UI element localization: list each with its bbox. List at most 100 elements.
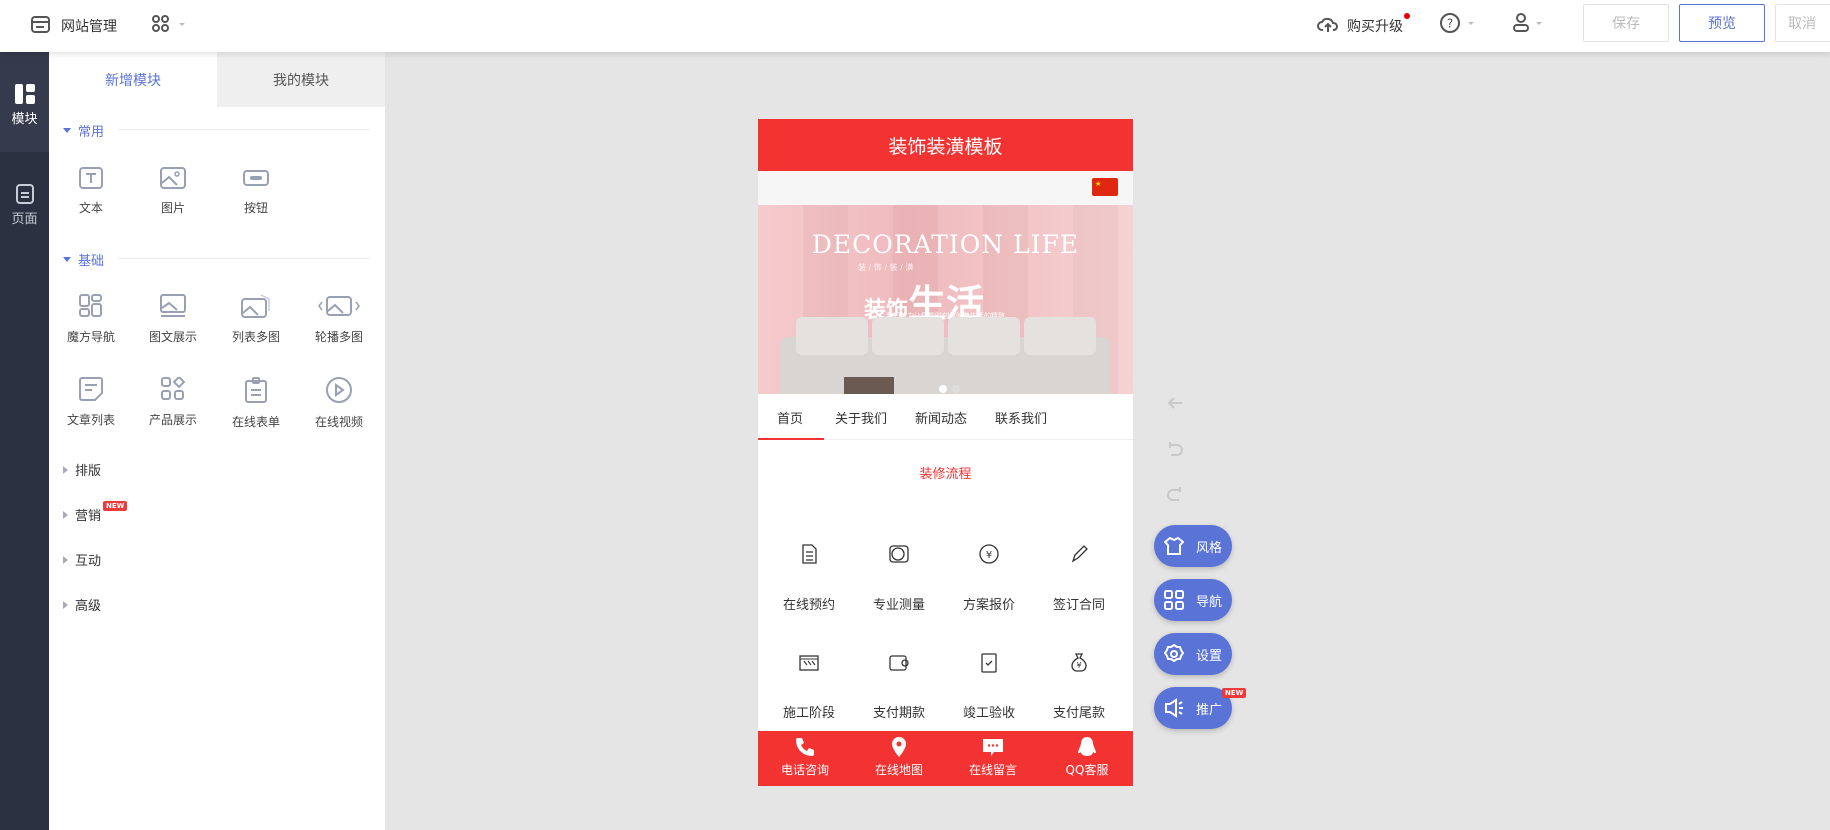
carousel-dot-active[interactable] xyxy=(939,385,947,393)
back-arrow-icon[interactable] xyxy=(1166,396,1184,410)
module-carousel[interactable]: 轮播多图 xyxy=(299,294,379,345)
module-icon xyxy=(14,84,35,104)
process-step[interactable]: 施工阶段 xyxy=(764,650,854,721)
save-button[interactable]: 保存 xyxy=(1583,4,1669,42)
image-text-icon xyxy=(160,294,186,317)
top-bar: 网站管理 购买升级 ? 保存 预览 取消 xyxy=(0,0,1830,52)
phone-preview: 装饰装潢模板 ★ DECORATION LIFE 装 / 饰 / 装 / 潢 装… xyxy=(758,119,1133,786)
navigation-button[interactable]: 导航 xyxy=(1154,579,1232,621)
map-pin-icon xyxy=(892,737,906,757)
footer-map[interactable]: 在线地图 xyxy=(852,736,946,778)
module-text[interactable]: 文本 xyxy=(51,167,131,216)
category-basic[interactable]: 基础 xyxy=(63,250,104,269)
qq-icon xyxy=(1078,737,1096,756)
module-online-form[interactable]: 在线表单 xyxy=(216,377,296,430)
process-step[interactable]: 签订合同 xyxy=(1034,542,1124,613)
rail-label: 页面 xyxy=(11,212,38,227)
preview-button[interactable]: 预览 xyxy=(1679,4,1765,42)
footer-qq[interactable]: QQ客服 xyxy=(1040,736,1134,778)
style-button[interactable]: 风格 xyxy=(1154,525,1232,567)
upgrade-link[interactable]: 购买升级 xyxy=(1347,16,1403,36)
site-nav: 首页 关于我们 新闻动态 联系我们 xyxy=(758,394,1133,440)
step-icon: ¥ xyxy=(979,544,999,564)
module-article-list[interactable]: 文章列表 xyxy=(51,377,131,428)
step-label: 专业测量 xyxy=(872,598,925,613)
process-step[interactable]: 在线预约 xyxy=(764,542,854,613)
carousel-dot[interactable] xyxy=(952,385,960,393)
tab-new-modules[interactable]: 新增模块 xyxy=(49,52,217,107)
help-icon[interactable]: ? xyxy=(1440,12,1476,34)
text-icon xyxy=(79,167,103,189)
user-icon[interactable] xyxy=(1512,12,1548,34)
module-panel: 新增模块 我的模块 常用 文本 图片 按钮 基础 魔方导航 图文展示 列表多图 … xyxy=(49,52,385,830)
clipboard-icon xyxy=(245,377,267,403)
footer-message[interactable]: 在线留言 xyxy=(946,736,1040,778)
rail-label: 模块 xyxy=(11,112,38,127)
module-online-video[interactable]: 在线视频 xyxy=(299,377,379,430)
svg-text:?: ? xyxy=(1447,17,1453,31)
nav-home[interactable]: 首页 xyxy=(777,408,803,427)
shirt-icon xyxy=(1164,536,1184,555)
bottom-bar: 电话咨询 在线地图 在线留言 QQ客服 xyxy=(758,731,1133,786)
step-icon xyxy=(802,544,817,564)
carousel-icon xyxy=(318,296,360,316)
category-advanced[interactable]: 高级 xyxy=(63,595,101,614)
process-step[interactable]: 支付期款 xyxy=(854,650,944,721)
category-marketing[interactable]: 营销 NEW xyxy=(63,500,128,524)
rail-item-module[interactable]: 模块 xyxy=(0,52,49,152)
process-step[interactable]: 竣工验收 xyxy=(944,650,1034,721)
svg-text:¥: ¥ xyxy=(986,550,992,561)
notification-dot xyxy=(1404,13,1410,19)
module-button[interactable]: 按钮 xyxy=(216,167,296,216)
promotion-button[interactable]: 推广 xyxy=(1154,687,1232,729)
step-icon: ¥ xyxy=(1071,653,1087,672)
step-label: 方案报价 xyxy=(962,598,1015,613)
category-layout[interactable]: 排版 xyxy=(63,460,101,479)
site-manage-link[interactable]: 网站管理 xyxy=(61,16,117,36)
step-icon xyxy=(889,545,909,563)
module-cube-nav[interactable]: 魔方导航 xyxy=(51,294,131,345)
step-label: 在线预约 xyxy=(782,598,835,613)
banner-carousel[interactable]: DECORATION LIFE 装 / 饰 / 装 / 潢 装饰生活 我们努力让… xyxy=(758,205,1133,394)
process-step[interactable]: ¥ 支付尾款 xyxy=(1034,650,1124,721)
gear-icon xyxy=(1164,644,1184,663)
module-list-images[interactable]: 列表多图 xyxy=(216,294,296,345)
cloud-upload-icon[interactable] xyxy=(1317,15,1339,33)
china-flag-icon[interactable]: ★ xyxy=(1092,178,1118,196)
play-icon xyxy=(326,377,352,403)
step-icon xyxy=(981,653,997,673)
undo-icon[interactable] xyxy=(1166,440,1184,458)
redo-icon[interactable] xyxy=(1166,485,1184,503)
category-common[interactable]: 常用 xyxy=(63,121,104,140)
step-icon xyxy=(889,655,909,671)
nav-contact[interactable]: 联系我们 xyxy=(995,408,1047,427)
step-label: 竣工验收 xyxy=(962,706,1015,721)
tab-my-modules[interactable]: 我的模块 xyxy=(217,52,385,107)
nav-about[interactable]: 关于我们 xyxy=(835,408,887,427)
footer-phone[interactable]: 电话咨询 xyxy=(758,736,852,778)
nav-news[interactable]: 新闻动态 xyxy=(915,408,967,427)
category-label: 基础 xyxy=(78,254,105,269)
site-title: 装饰装潢模板 xyxy=(758,119,1133,171)
process-step[interactable]: ¥ 方案报价 xyxy=(944,542,1034,613)
nav-active-indicator xyxy=(758,438,824,440)
process-step[interactable]: 专业测量 xyxy=(854,542,944,613)
article-list-icon xyxy=(79,377,103,401)
phone-icon xyxy=(796,738,814,756)
module-image-text[interactable]: 图文展示 xyxy=(133,294,213,345)
products-icon xyxy=(161,377,185,400)
step-label: 签订合同 xyxy=(1052,598,1105,613)
module-image[interactable]: 图片 xyxy=(133,167,213,216)
category-interaction[interactable]: 互动 xyxy=(63,550,101,569)
step-icon xyxy=(1071,545,1088,563)
step-label: 施工阶段 xyxy=(782,706,835,721)
rail-item-page[interactable]: 页面 xyxy=(0,152,49,252)
grid-icon xyxy=(1164,590,1184,610)
list-images-icon xyxy=(241,294,270,318)
cancel-button[interactable]: 取消 xyxy=(1775,4,1830,42)
cube-nav-icon xyxy=(79,294,102,317)
settings-button[interactable]: 设置 xyxy=(1154,633,1232,675)
speaker-icon xyxy=(1165,698,1183,718)
apps-icon[interactable] xyxy=(152,15,186,33)
module-products[interactable]: 产品展示 xyxy=(133,377,213,428)
